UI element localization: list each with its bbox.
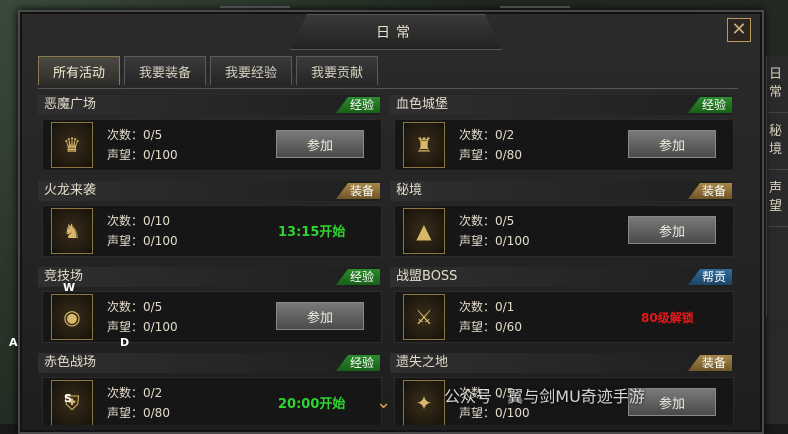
card-header — [38, 267, 380, 287]
key-hint-s: S — [64, 392, 72, 405]
attempt-count: 次数：0/5 — [459, 214, 515, 228]
dragon-icon: ♞ — [51, 208, 93, 254]
reputation-count: 声望：0/100 — [107, 234, 178, 248]
activity-card: 竞技场 经验 ◉ 次数：0/5 声望：0/100 参加 — [38, 263, 382, 343]
title-plate: 日常 — [290, 14, 502, 50]
activity-name: 赤色战场 — [44, 355, 97, 370]
activity-list[interactable]: 恶魔广场 经验 ♛ 次数：0/5 声望：0/100 参加 血色城堡 经验 ♜ 次… — [38, 88, 738, 425]
side-item-daily[interactable]: 日常 — [767, 56, 788, 113]
activity-name: 秘境 — [396, 183, 423, 198]
portal-icon: ▲ — [403, 208, 445, 254]
activity-name: 遗失之地 — [396, 355, 449, 370]
card-body: ♞ 次数：0/10 声望：0/100 13:15开始 — [42, 205, 382, 257]
card-header — [390, 181, 732, 201]
arena-icon: ◉ — [51, 294, 93, 340]
attempt-count: 次数：0/1 — [459, 300, 515, 314]
window-title: 日常 — [376, 25, 416, 41]
activity-name: 火龙来袭 — [44, 183, 97, 198]
reputation-count: 声望：0/60 — [459, 320, 522, 334]
unlock-level: 80级解锁 — [641, 311, 694, 325]
card-body: ◉ 次数：0/5 声望：0/100 参加 — [42, 291, 382, 343]
tab-all-activities[interactable]: 所有活动 — [38, 56, 121, 85]
join-button[interactable]: 参加 — [628, 130, 716, 158]
card-body: ⛨ 次数：0/2 声望：0/80 20:00开始 — [42, 377, 382, 425]
activity-card: 恶魔广场 经验 ♛ 次数：0/5 声望：0/100 参加 — [38, 91, 382, 171]
attempt-count: 次数：0/5 — [107, 128, 163, 142]
activity-card: 秘境 装备 ▲ 次数：0/5 声望：0/100 参加 — [390, 177, 734, 257]
castle-icon: ♜ — [403, 122, 445, 168]
lost-land-icon: ✦ — [403, 380, 445, 425]
join-button[interactable]: 参加 — [628, 216, 716, 244]
start-time: 20:00开始 — [278, 397, 346, 412]
tab-equipment[interactable]: 我要装备 — [124, 56, 207, 85]
key-hint-d: D — [120, 336, 130, 349]
left-wing-ornament — [220, 6, 290, 48]
activity-card: 血色城堡 经验 ♜ 次数：0/2 声望：0/80 参加 — [390, 91, 734, 171]
card-body: ♛ 次数：0/5 声望：0/100 参加 — [42, 119, 382, 171]
activity-name: 恶魔广场 — [44, 97, 97, 112]
card-body: ⚔ 次数：0/1 声望：0/60 80级解锁 — [394, 291, 734, 343]
card-body: ▲ 次数：0/5 声望：0/100 参加 — [394, 205, 734, 257]
attempt-count: 次数：0/2 — [107, 386, 163, 400]
tab-bar: 所有活动 我要装备 我要经验 我要贡献 — [38, 56, 379, 85]
attempt-count: 次数：0/10 — [107, 214, 170, 228]
start-time: 13:15开始 — [278, 225, 346, 240]
activity-card: 火龙来袭 装备 ♞ 次数：0/10 声望：0/100 13:15开始 — [38, 177, 382, 257]
join-button[interactable]: 参加 — [276, 130, 364, 158]
key-hint-w: W — [63, 281, 76, 294]
side-item-reputation[interactable]: 声望 — [767, 170, 788, 227]
attempt-count: 次数：0/5 — [107, 300, 163, 314]
close-button[interactable]: ✕ — [727, 18, 751, 42]
attempt-count: 次数：0/2 — [459, 128, 515, 142]
key-hint-a: A — [9, 336, 18, 349]
reputation-count: 声望：0/100 — [107, 148, 178, 162]
activity-card: 战盟BOSS 帮贡 ⚔ 次数：0/1 声望：0/60 80级解锁 — [390, 263, 734, 343]
skull-icon: ♛ — [51, 122, 93, 168]
right-wing-ornament — [500, 6, 570, 48]
reputation-count: 声望：0/100 — [107, 320, 178, 334]
side-item-secret-realm[interactable]: 秘境 — [767, 113, 788, 170]
card-body: ♜ 次数：0/2 声望：0/80 参加 — [394, 119, 734, 171]
activity-name: 战盟BOSS — [396, 269, 458, 284]
reputation-count: 声望：0/100 — [459, 234, 530, 248]
join-button[interactable]: 参加 — [276, 302, 364, 330]
side-panel: 日常 秘境 声望 — [766, 56, 788, 316]
activity-name: 血色城堡 — [396, 97, 449, 112]
activity-card: 赤色战场 经验 ⛨ 次数：0/2 声望：0/80 20:00开始 — [38, 349, 382, 425]
reputation-count: 声望：0/80 — [459, 148, 522, 162]
battlefield-icon: ⛨ — [51, 380, 93, 425]
scroll-down-icon[interactable]: ⌄ — [376, 392, 391, 413]
tab-contribution[interactable]: 我要贡献 — [296, 56, 379, 85]
tab-experience[interactable]: 我要经验 — [210, 56, 293, 85]
watermark: 公众号 · 翼与剑MU奇迹手游 — [444, 387, 645, 406]
reputation-count: 声望：0/80 — [107, 406, 170, 420]
boss-icon: ⚔ — [403, 294, 445, 340]
